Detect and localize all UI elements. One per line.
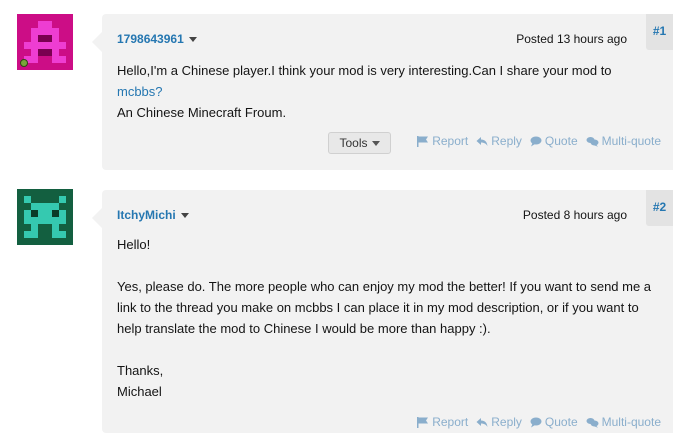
author-username[interactable]: ItchyMichi	[117, 208, 189, 222]
reply-arrow-icon	[476, 417, 488, 427]
online-indicator	[20, 59, 28, 67]
quote-label: Quote	[544, 134, 578, 148]
flag-icon	[417, 135, 429, 147]
flag-icon	[417, 416, 429, 428]
report-link[interactable]: Report	[417, 415, 468, 429]
post-actions: Report Reply Quote Multi-quote	[417, 134, 661, 148]
report-label: Report	[432, 134, 469, 148]
post-timestamp: Posted 8 hours ago	[522, 208, 627, 222]
multiquote-link[interactable]: Multi-quote	[586, 134, 661, 148]
post-timestamp: Posted 13 hours ago	[516, 32, 627, 46]
message-paragraph: Hello!	[117, 237, 151, 252]
author-username[interactable]: 1798643961	[117, 32, 197, 46]
message-paragraph: Hello,I'm a Chinese player.I think your …	[117, 60, 653, 102]
message-link[interactable]: mcbbs?	[117, 84, 163, 99]
report-link[interactable]: Report	[417, 134, 468, 148]
message-content: Hello! Yes, please do. The more people w…	[117, 234, 653, 402]
reply-label: Reply	[491, 415, 522, 429]
message-text: Hello,I'm a Chinese player.I think your …	[117, 63, 612, 78]
multiquote-label: Multi-quote	[601, 415, 661, 429]
multi-quote-bubbles-icon	[586, 136, 599, 147]
message-paragraph: Michael	[117, 384, 162, 399]
post-actions: Report Reply Quote Multi-quote	[417, 415, 661, 429]
message-paragraph: Yes, please do. The more people who can …	[117, 279, 652, 336]
tools-button[interactable]: Tools	[328, 132, 391, 154]
multiquote-label: Multi-quote	[601, 134, 661, 148]
chevron-down-icon	[180, 213, 189, 219]
quote-link[interactable]: Quote	[530, 134, 578, 148]
multi-quote-bubbles-icon	[586, 417, 599, 428]
message-bubble: 1798643961 Posted 13 hours ago #1 Hello,…	[92, 14, 673, 170]
avatar-identicon	[17, 189, 73, 245]
message-paragraph: Thanks,	[117, 363, 164, 378]
message-paragraph: An Chinese Minecraft Froum.	[117, 105, 287, 120]
quote-bubble-icon	[530, 136, 542, 146]
chevron-down-icon	[371, 141, 380, 147]
reply-arrow-icon	[476, 136, 488, 146]
avatar[interactable]	[17, 14, 73, 70]
avatar[interactable]	[17, 189, 73, 245]
reply-link[interactable]: Reply	[476, 134, 522, 148]
multiquote-link[interactable]: Multi-quote	[586, 415, 661, 429]
message-bubble: ItchyMichi Posted 8 hours ago #2 Hello! …	[92, 190, 673, 433]
post-permalink[interactable]: #1	[646, 14, 673, 50]
reply-label: Reply	[491, 134, 522, 148]
post-permalink[interactable]: #2	[646, 190, 673, 226]
quote-label: Quote	[544, 415, 578, 429]
quote-bubble-icon	[530, 417, 542, 427]
report-label: Report	[432, 415, 469, 429]
chevron-down-icon	[188, 37, 197, 43]
quote-link[interactable]: Quote	[530, 415, 578, 429]
reply-link[interactable]: Reply	[476, 415, 522, 429]
message-content: Hello,I'm a Chinese player.I think your …	[117, 60, 653, 123]
